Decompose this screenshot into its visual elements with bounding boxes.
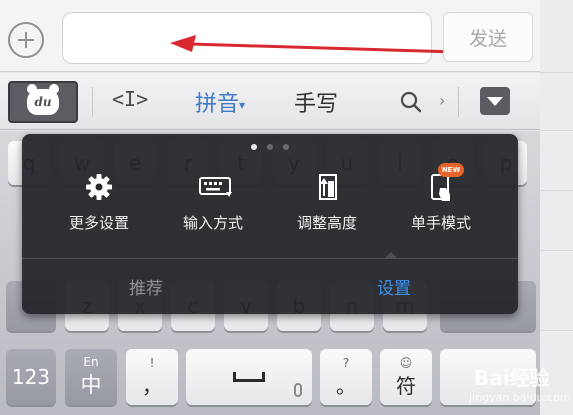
collapse-keyboard-button[interactable] bbox=[480, 87, 510, 115]
adjust-height-label: 调整高度 bbox=[296, 214, 357, 232]
language-switch-small-label: En bbox=[83, 355, 99, 369]
adjust-height-button[interactable]: 调整高度 bbox=[272, 172, 382, 242]
emoji-small-icon: ☺ bbox=[399, 355, 413, 370]
language-switch-label: 中 bbox=[80, 373, 102, 397]
handwriting-mode-button[interactable]: 手写 bbox=[294, 86, 338, 118]
more-settings-label: 更多设置 bbox=[68, 214, 129, 232]
microphone-icon[interactable] bbox=[294, 383, 302, 397]
page-dot bbox=[267, 144, 273, 150]
keyboard-icon bbox=[199, 177, 232, 197]
search-icon[interactable] bbox=[400, 91, 422, 113]
input-method-button[interactable]: 输入方式 bbox=[158, 172, 268, 242]
baidu-jingyan-watermark: Bai经验 jingyan.baidu.com bbox=[456, 344, 571, 412]
period-key-label: 。 bbox=[336, 373, 356, 398]
space-bar-icon bbox=[233, 372, 265, 382]
language-switch-key[interactable]: En 中 bbox=[65, 349, 117, 405]
ime-toolbar: du <I> 拼音▾ 手写 › bbox=[0, 73, 540, 130]
du-logo-button[interactable]: du bbox=[8, 81, 78, 123]
chevron-right-icon[interactable]: › bbox=[439, 91, 445, 110]
page-dot bbox=[251, 144, 257, 150]
input-method-label: 输入方式 bbox=[182, 214, 243, 232]
collapse-keyboard-icon bbox=[487, 96, 503, 106]
send-button[interactable]: 发送 bbox=[443, 12, 533, 62]
one-hand-mode-button[interactable]: NEW 单手模式 bbox=[386, 163, 496, 242]
pinyin-label: 拼音 bbox=[195, 92, 240, 117]
tab-settings[interactable]: 设置 bbox=[270, 258, 518, 314]
one-hand-icon: NEW bbox=[426, 163, 464, 202]
page-dot bbox=[283, 144, 289, 150]
symbols-key-label: 符 bbox=[396, 373, 416, 398]
space-key[interactable] bbox=[186, 349, 312, 405]
symbols-key[interactable]: ☺ 符 bbox=[380, 349, 432, 405]
new-badge: NEW bbox=[438, 163, 464, 177]
settings-popup: 更多设置 输入方式 调整高度 NEW 单手模式 推荐 设置 bbox=[22, 134, 518, 314]
numbers-key[interactable]: 123 bbox=[6, 349, 56, 405]
comma-key-label: ， bbox=[142, 373, 162, 398]
period-key-small-label: ? bbox=[342, 355, 350, 370]
toolbar-divider bbox=[458, 87, 459, 117]
toolbar-divider bbox=[92, 87, 93, 117]
annotation-arrow-icon bbox=[170, 35, 457, 54]
tab-recommend[interactable]: 推荐 bbox=[22, 258, 270, 314]
period-key[interactable]: ? 。 bbox=[320, 349, 372, 405]
pinyin-mode-button[interactable]: 拼音▾ bbox=[195, 86, 245, 118]
comma-key[interactable]: ! ， bbox=[126, 349, 178, 405]
comma-key-small-label: ! bbox=[149, 355, 155, 370]
message-bar: 发送 bbox=[0, 0, 540, 72]
more-settings-button[interactable]: 更多设置 bbox=[44, 172, 154, 242]
dropdown-caret-icon: ▾ bbox=[239, 98, 246, 112]
popup-page-indicator bbox=[251, 144, 289, 150]
watermark-text: Bai经验 bbox=[474, 366, 550, 390]
watermark-url: jingyan.baidu.com bbox=[469, 391, 571, 404]
du-bear-logo-icon: du bbox=[27, 84, 59, 115]
add-attachment-button[interactable] bbox=[8, 22, 44, 58]
gear-icon bbox=[86, 174, 112, 200]
height-adjust-icon bbox=[319, 174, 337, 200]
cursor-move-icon[interactable]: <I> bbox=[112, 87, 148, 111]
one-hand-mode-label: 单手模式 bbox=[410, 214, 471, 232]
